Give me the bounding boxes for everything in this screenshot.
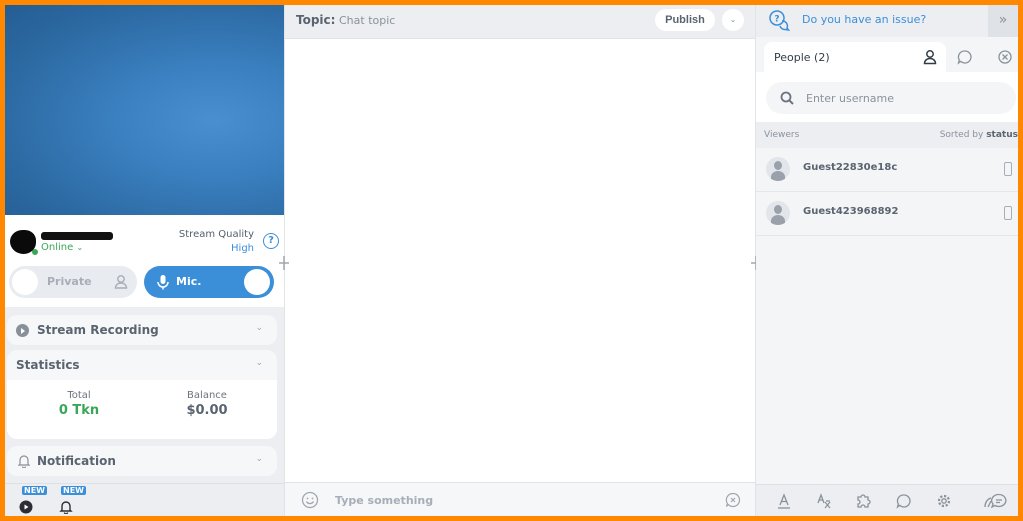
chevron-down-icon: ⌄ [76,243,84,252]
topic-input[interactable]: Chat topic [339,14,395,27]
broadcaster-panel: Online ⌄ Stream Quality High ? Private M… [5,5,284,516]
mobile-icon [1004,206,1012,220]
stat-value: 0 Tkn [58,403,100,418]
stat-label: Total [67,390,91,401]
new-badge: NEW [61,486,86,495]
mobile-icon [1004,162,1012,176]
font-style-icon[interactable] [776,493,792,509]
sidebar-tabs: People (2) [756,42,1018,72]
tab-chat-icon[interactable] [957,49,973,65]
bell-icon [17,455,31,468]
section-title: Statistics [16,358,80,372]
chevron-down-icon: ⌄ [255,323,263,333]
left-bottom-bar: NEW NEW [5,483,284,516]
stat-balance: Balance $0.00 [147,390,267,418]
chevron-down-icon: ⌄ [255,358,263,368]
chat-messages-area [285,39,755,482]
section-title: Stream Recording [37,323,159,337]
play-circle-icon [16,324,29,337]
gear-icon[interactable] [936,493,952,509]
video-preview [5,5,284,215]
statistics-header[interactable]: Statistics ⌄ [7,350,277,380]
stat-value: $0.00 [186,403,228,418]
emoji-icon[interactable] [301,491,319,509]
search-icon [780,91,794,105]
notification-section[interactable]: Notification ⌄ [7,446,277,476]
viewer-row[interactable]: Guest423968892 [756,192,1018,236]
profile-section: Online ⌄ Stream Quality High ? Private M… [5,215,284,307]
topic-label: Topic: [296,13,336,27]
resize-handle-left[interactable] [278,255,290,271]
stream-quality-value[interactable]: High [231,243,254,254]
viewer-name[interactable]: Guest22830e18c [803,162,897,173]
username-redacted [41,232,113,240]
avatar [766,157,790,181]
toggle-knob [244,269,270,295]
svg-text:?: ? [774,15,779,25]
tab-label: People (2) [774,51,830,64]
private-user-icon [114,275,128,289]
collapse-sidebar-button[interactable]: » [988,5,1018,37]
issue-bar: ? Do you have an issue? » [756,5,1018,37]
help-icon[interactable]: ? [263,233,279,249]
sort-control[interactable]: Sorted by status [940,130,1018,140]
section-title: Notification [37,454,116,468]
topic-bar: Topic: Chat topic Publish ⌄ [285,5,755,39]
translate-icon[interactable] [816,493,832,509]
viewers-header: Viewers Sorted by status [756,122,1018,148]
toggle-knob [12,269,38,295]
viewers-label: Viewers [764,130,800,140]
stream-recording-section[interactable]: Stream Recording ⌄ [7,315,277,345]
publish-button[interactable]: Publish [655,9,715,31]
mic-label: Mic. [176,275,202,288]
clear-chat-icon[interactable] [725,492,741,508]
chat-bubble-icon[interactable] [896,493,912,509]
right-toolbar [756,484,1018,516]
sidebar-right: ? Do you have an issue? » People (2) Vie… [756,5,1018,516]
username-search-input[interactable] [806,88,1006,108]
online-indicator [32,249,38,255]
new-badge: NEW [22,486,47,495]
app-frame: Online ⌄ Stream Quality High ? Private M… [5,5,1018,516]
private-label: Private [47,275,92,288]
extensions-icon[interactable] [856,493,872,509]
play-circle-icon[interactable] [19,500,33,514]
status-dropdown[interactable]: Online ⌄ [41,242,83,253]
support-chat-icon[interactable]: ? [768,9,790,31]
tab-blocked-icon[interactable] [997,49,1013,65]
chat-message-input[interactable] [335,490,695,510]
microphone-icon [157,275,169,290]
bell-icon[interactable] [59,500,73,514]
statistics-section: Statistics ⌄ Total 0 Tkn Balance $0.00 [7,350,277,439]
chat-panel: Topic: Chat topic Publish ⌄ [284,5,756,516]
user-icon [923,50,937,65]
chevron-down-icon: ⌄ [255,454,263,464]
status-text: Online [41,242,74,253]
topic-dropdown-button[interactable]: ⌄ [722,9,744,31]
tab-people[interactable]: People (2) [764,42,946,72]
stream-quality-label: Stream Quality [178,229,254,240]
viewer-row[interactable]: Guest22830e18c [756,148,1018,192]
issue-link[interactable]: Do you have an issue? [802,13,926,26]
sorted-by-value: status [986,130,1018,140]
tip-chat-icon[interactable] [982,493,1008,509]
mic-toggle[interactable]: Mic. [144,266,274,298]
stat-total: Total 0 Tkn [19,390,139,418]
viewer-name[interactable]: Guest423968892 [803,206,898,217]
chat-input-bar [285,482,755,516]
username-search [766,82,1016,114]
stat-label: Balance [187,390,227,401]
sorted-by-label: Sorted by [939,130,984,140]
private-toggle[interactable]: Private [9,266,137,298]
avatar [766,201,790,225]
people-panel: Viewers Sorted by status Guest22830e18c … [756,72,1018,484]
